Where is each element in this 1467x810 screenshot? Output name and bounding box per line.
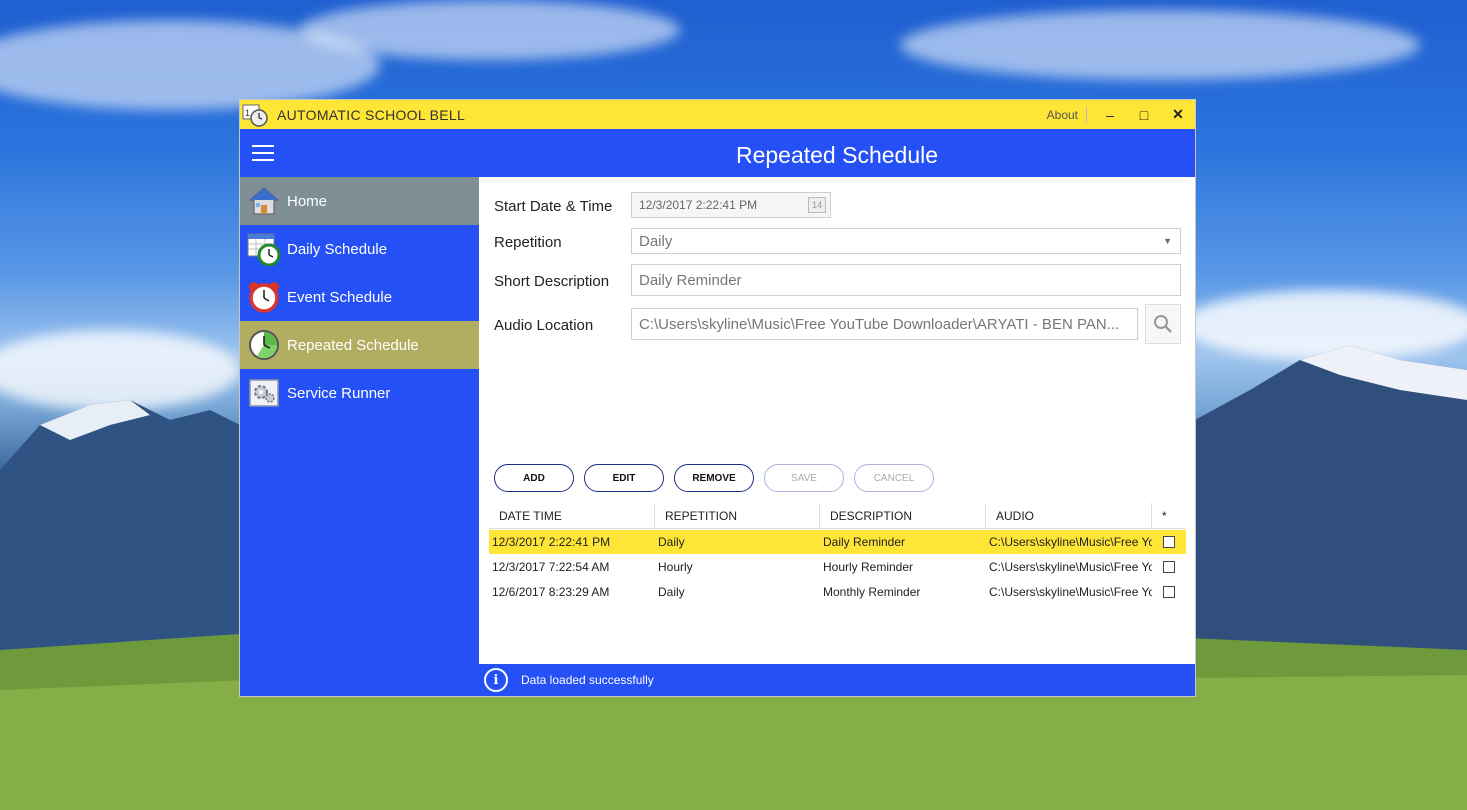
start-datetime-value: 12/3/2017 2:22:41 PM	[639, 198, 758, 212]
app-header: Repeated Schedule	[240, 129, 1195, 177]
bell-clock-app-icon: 1	[240, 100, 270, 129]
short-description-label: Short Description	[494, 273, 610, 290]
cell-repetition: Hourly	[658, 560, 693, 574]
search-icon	[1154, 315, 1172, 333]
column-header-repetition[interactable]: REPETITION	[655, 503, 820, 528]
cloud	[300, 0, 680, 60]
window-title: AUTOMATIC SCHOOL BELL	[277, 106, 466, 123]
status-message: Data loaded successfully	[521, 673, 654, 687]
edit-button[interactable]: EDIT	[584, 464, 664, 492]
cell-description: Daily Reminder	[823, 535, 906, 549]
home-icon	[246, 183, 282, 219]
info-icon: i	[484, 668, 508, 692]
status-bar: i Data loaded successfully	[479, 664, 1195, 696]
remove-button[interactable]: REMOVE	[674, 464, 754, 492]
minimize-button[interactable]: ‒	[1093, 100, 1127, 129]
hamburger-menu-icon[interactable]	[252, 145, 274, 161]
audio-location-label: Audio Location	[494, 317, 594, 334]
short-description-input[interactable]: Daily Reminder	[631, 264, 1181, 296]
add-button[interactable]: ADD	[494, 464, 574, 492]
column-header-datetime[interactable]: DATE TIME	[489, 503, 655, 528]
sidebar-item-label: Home	[287, 192, 328, 210]
page-title: Repeated Schedule	[735, 142, 939, 168]
maximize-icon: □	[1139, 106, 1149, 123]
sidebar-item-event-schedule[interactable]: Event Schedule	[240, 273, 479, 321]
cell-repetition: Daily	[658, 585, 685, 599]
cell-audio: C:\Users\skyline\Music\Free Yo	[989, 560, 1152, 574]
sidebar-item-label: Repeated Schedule	[287, 336, 419, 354]
table-row[interactable]: 12/6/2017 8:23:29 AM Daily Monthly Remin…	[489, 580, 1186, 604]
cell-description: Hourly Reminder	[823, 560, 914, 574]
column-header-select[interactable]: *	[1152, 503, 1186, 528]
app-window: 1 AUTOMATIC SCHOOL BELL About ‒ □ ✕ Repe…	[240, 100, 1195, 696]
sidebar: Home Daily Schedule Event Schedule Repea…	[240, 177, 479, 696]
repeat-clock-icon	[246, 327, 282, 363]
close-button[interactable]: ✕	[1161, 100, 1195, 129]
minimize-icon: ‒	[1106, 106, 1114, 123]
table-row[interactable]: 12/3/2017 2:22:41 PM Daily Daily Reminde…	[489, 530, 1186, 554]
start-datetime-picker[interactable]: 12/3/2017 2:22:41 PM 14	[631, 192, 831, 218]
audio-location-input[interactable]: C:\Users\skyline\Music\Free YouTube Down…	[631, 308, 1138, 340]
column-header-description[interactable]: DESCRIPTION	[820, 503, 986, 528]
alarm-clock-icon	[246, 279, 282, 315]
sidebar-item-label: Service Runner	[287, 384, 391, 402]
row-checkbox[interactable]	[1163, 561, 1175, 573]
short-description-value: Daily Reminder	[639, 271, 742, 289]
column-header-audio[interactable]: AUDIO	[986, 503, 1152, 528]
sidebar-item-repeated-schedule[interactable]: Repeated Schedule	[240, 321, 479, 369]
schedule-grid-header: DATE TIME REPETITION DESCRIPTION AUDIO *	[489, 503, 1186, 529]
svg-text:1: 1	[245, 108, 250, 118]
start-datetime-label: Start Date & Time	[494, 198, 613, 215]
maximize-button[interactable]: □	[1127, 100, 1161, 129]
repetition-label: Repetition	[494, 234, 562, 251]
sidebar-item-label: Event Schedule	[287, 288, 393, 306]
sidebar-item-service-runner[interactable]: Service Runner	[240, 369, 479, 417]
table-row[interactable]: 12/3/2017 7:22:54 AM Hourly Hourly Remin…	[489, 555, 1186, 579]
sidebar-item-daily-schedule[interactable]: Daily Schedule	[240, 225, 479, 273]
schedule-form-panel: Start Date & Time 12/3/2017 2:22:41 PM 1…	[479, 177, 1195, 664]
cell-description: Monthly Reminder	[823, 585, 921, 599]
service-gear-icon	[246, 375, 282, 411]
about-link[interactable]: About	[1047, 106, 1087, 123]
close-icon: ✕	[1172, 106, 1184, 122]
cell-audio: C:\Users\skyline\Music\Free Yo	[989, 585, 1152, 599]
chevron-down-icon: ▼	[1163, 236, 1172, 246]
title-bar: 1 AUTOMATIC SCHOOL BELL About ‒ □ ✕	[240, 100, 1195, 129]
cloud	[900, 10, 1420, 80]
cell-repetition: Daily	[658, 535, 685, 549]
save-button[interactable]: SAVE	[764, 464, 844, 492]
audio-location-value: C:\Users\skyline\Music\Free YouTube Down…	[639, 315, 1120, 333]
cell-datetime: 12/6/2017 8:23:29 AM	[492, 585, 610, 599]
sidebar-item-label: Daily Schedule	[287, 240, 388, 258]
row-checkbox[interactable]	[1163, 536, 1175, 548]
calendar-clock-icon	[246, 231, 282, 267]
cell-datetime: 12/3/2017 7:22:54 AM	[492, 560, 610, 574]
sidebar-item-home[interactable]: Home	[240, 177, 479, 225]
cell-datetime: 12/3/2017 2:22:41 PM	[492, 535, 611, 549]
browse-audio-button[interactable]	[1145, 304, 1181, 344]
repetition-value: Daily	[639, 232, 673, 250]
row-checkbox[interactable]	[1163, 586, 1175, 598]
repetition-dropdown[interactable]: Daily ▼	[631, 228, 1181, 254]
cancel-button[interactable]: CANCEL	[854, 464, 934, 492]
cell-audio: C:\Users\skyline\Music\Free Yo	[989, 535, 1152, 549]
calendar-icon[interactable]: 14	[808, 197, 826, 213]
